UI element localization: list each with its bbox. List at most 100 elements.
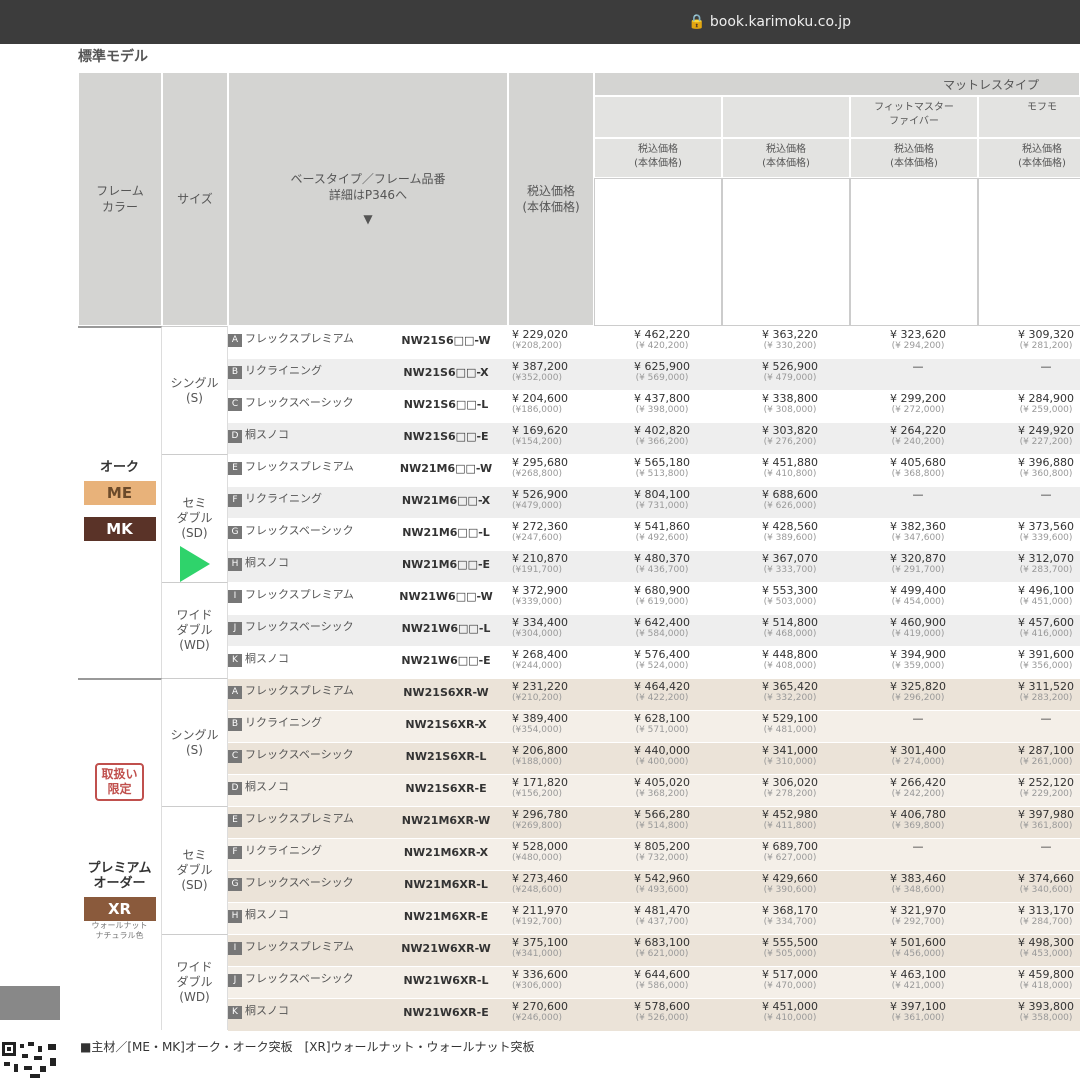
mattress-price-2: ¥ 499,400 (¥ 454,000): [856, 584, 980, 608]
mattress-price-3: ¥ 391,600 (¥ 356,000): [984, 648, 1080, 672]
play-marker-icon[interactable]: [180, 546, 210, 582]
mattress-price-3: —: [1040, 712, 1052, 725]
base-price: ¥ 295,680 (¥268,800): [512, 456, 594, 480]
table-row[interactable]: B リクライニング NW21S6XR-X ¥ 389,400 (¥354,000) ¥ 6…: [228, 710, 1080, 743]
badge-k: K: [228, 1006, 242, 1019]
color-chip-xr: XR: [83, 897, 156, 921]
mattress-price-net-1: (¥ 389,600): [763, 533, 817, 543]
mattress-price-2: ¥ 405,680 (¥ 368,800): [856, 456, 980, 480]
model-number: NW21W6XR-E: [403, 1006, 489, 1019]
mattress-price-3: ¥ 393,800 (¥ 358,000): [984, 1000, 1080, 1024]
table-row[interactable]: D 桐スノコ NW21S6XR-E ¥ 171,820 (¥156,200) ¥ 405,…: [228, 774, 1080, 807]
base-price: ¥ 526,900 (¥479,000): [512, 488, 594, 512]
table-row[interactable]: A フレックスプレミアム NW21S6□□-W ¥ 229,020 (¥208,200)…: [228, 326, 1080, 359]
header-size: サイズ: [162, 72, 228, 326]
base-price-net: (¥191,700): [512, 565, 562, 575]
table-row[interactable]: F リクライニング NW21M6□□-X ¥ 526,900 (¥479,000) ¥ 8…: [228, 486, 1080, 519]
table-row[interactable]: E フレックスプレミアム NW21M6XR-W ¥ 296,780 (¥269,800)…: [228, 806, 1080, 839]
badge-i: I: [228, 590, 242, 603]
mattress-price-3: ¥ 498,300 (¥ 453,000): [984, 936, 1080, 960]
table-row[interactable]: A フレックスプレミアム NW21S6XR-W ¥ 231,220 (¥210,200)…: [228, 678, 1080, 711]
model-number: NW21S6XR-L: [405, 750, 487, 763]
table-row[interactable]: J フレックスベーシック NW21W6□□-L ¥ 334,400 (¥304,000)…: [228, 614, 1080, 647]
table-row[interactable]: J フレックスベーシック NW21W6XR-L ¥ 336,600 (¥306,000)…: [228, 966, 1080, 999]
mattress-price-net-3: (¥ 340,600): [1019, 885, 1073, 895]
mattress-price-net-1: (¥ 503,000): [763, 597, 817, 607]
mattress-name-1: [722, 96, 850, 138]
mattress-price-0: ¥ 480,370 (¥ 436,700): [600, 552, 724, 576]
table-row[interactable]: H 桐スノコ NW21M6XR-E ¥ 211,970 (¥192,700) ¥ 481,…: [228, 902, 1080, 935]
qr-label: [0, 986, 60, 1020]
badge-h: H: [228, 558, 242, 571]
mattress-price-1: ¥ 341,000 (¥ 310,000): [728, 744, 852, 768]
base-price-net: (¥210,200): [512, 693, 562, 703]
table-row[interactable]: C フレックスベーシック NW21S6XR-L ¥ 206,800 (¥188,000)…: [228, 742, 1080, 775]
mattress-price-0: ¥ 402,820 (¥ 366,200): [600, 424, 724, 448]
frame-group-1: 取扱い 限定 プレミアム オーダー XR ウォールナット ナチュラル色: [78, 678, 162, 1030]
mattress-price-net-2: (¥ 294,200): [891, 341, 945, 351]
base-price-net: (¥208,200): [512, 341, 562, 351]
table-row[interactable]: I フレックスプレミアム NW21W6XR-W ¥ 375,100 (¥341,000)…: [228, 934, 1080, 967]
mattress-price-0: ¥ 541,860 (¥ 492,600): [600, 520, 724, 544]
table-row[interactable]: H 桐スノコ NW21M6□□-E ¥ 210,870 (¥191,700) ¥ 480,…: [228, 550, 1080, 583]
base-price-net: (¥246,000): [512, 1013, 562, 1023]
mattress-price-net-0: (¥ 420,200): [635, 341, 689, 351]
badge-h: H: [228, 910, 242, 923]
mattress-price-net-1: (¥ 308,000): [763, 405, 817, 415]
table-row[interactable]: G フレックスベーシック NW21M6XR-L ¥ 273,460 (¥248,600)…: [228, 870, 1080, 903]
mattress-price-3: ¥ 397,980 (¥ 361,800): [984, 808, 1080, 832]
size-label: セミ ダブル (SD): [162, 806, 228, 934]
table-row[interactable]: K 桐スノコ NW21W6□□-E ¥ 268,400 (¥244,000) ¥ 576,…: [228, 646, 1080, 679]
base-price-net: (¥188,000): [512, 757, 562, 767]
mattress-price-2: ¥ 463,100 (¥ 421,000): [856, 968, 980, 992]
mattress-price-3: ¥ 396,880 (¥ 360,800): [984, 456, 1080, 480]
down-arrow-icon: ▼: [363, 212, 373, 226]
base-price-net: (¥156,200): [512, 789, 562, 799]
model-number: NW21W6□□-L: [401, 622, 491, 635]
table-row[interactable]: C フレックスベーシック NW21S6□□-L ¥ 204,600 (¥186,000)…: [228, 390, 1080, 423]
base-price: ¥ 204,600 (¥186,000): [512, 392, 594, 416]
table-row[interactable]: I フレックスプレミアム NW21W6□□-W ¥ 372,900 (¥339,000)…: [228, 582, 1080, 615]
mattress-price-net-0: (¥ 368,200): [635, 789, 689, 799]
mattress-price-net-1: (¥ 410,000): [763, 1013, 817, 1023]
product-name: D 桐スノコ: [228, 426, 378, 443]
mattress-price-net-3: (¥ 283,700): [1019, 565, 1073, 575]
qr-code-icon[interactable]: [0, 1040, 60, 1080]
mattress-price-net-1: (¥ 333,700): [763, 565, 817, 575]
product-name: F リクライニング: [228, 842, 378, 859]
mattress-price-net-1: (¥ 411,800): [763, 821, 817, 831]
base-price: ¥ 270,600 (¥246,000): [512, 1000, 594, 1024]
table-row[interactable]: F リクライニング NW21M6XR-X ¥ 528,000 (¥480,000) ¥ 8…: [228, 838, 1080, 871]
model-number: NW21W6XR-L: [403, 974, 489, 987]
mattress-price-0: ¥ 440,000 (¥ 400,000): [600, 744, 724, 768]
table-row[interactable]: B リクライニング NW21S6□□-X ¥ 387,200 (¥352,000) ¥ 6…: [228, 358, 1080, 391]
mattress-price-3: —: [1040, 840, 1052, 853]
base-price: ¥ 268,400 (¥244,000): [512, 648, 594, 672]
base-price-net: (¥248,600): [512, 885, 562, 895]
badge-e: E: [228, 462, 242, 475]
mattress-price-net-3: (¥ 229,200): [1019, 789, 1073, 799]
mattress-price-0: ¥ 437,800 (¥ 398,000): [600, 392, 724, 416]
model-number: NW21M6XR-E: [403, 910, 489, 923]
mattress-price-0: ¥ 566,280 (¥ 514,800): [600, 808, 724, 832]
mattress-price-3: ¥ 249,920 (¥ 227,200): [984, 424, 1080, 448]
table-row[interactable]: D 桐スノコ NW21S6□□-E ¥ 169,620 (¥154,200) ¥ 402,…: [228, 422, 1080, 455]
mattress-price-net-3: (¥ 356,000): [1019, 661, 1073, 671]
mattress-price-net-0: (¥ 584,000): [635, 629, 689, 639]
mattress-price-net-0: (¥ 619,000): [635, 597, 689, 607]
header-mattress-type: マットレスタイプ: [594, 72, 1080, 96]
mattress-price-net-0: (¥ 366,200): [635, 437, 689, 447]
base-price: ¥ 171,820 (¥156,200): [512, 776, 594, 800]
base-price: ¥ 375,100 (¥341,000): [512, 936, 594, 960]
mattress-price-1: ¥ 363,220 (¥ 330,200): [728, 328, 852, 352]
table-row[interactable]: E フレックスプレミアム NW21M6□□-W ¥ 295,680 (¥268,800)…: [228, 454, 1080, 487]
base-price: ¥ 372,900 (¥339,000): [512, 584, 594, 608]
mattress-name-2: フィットマスター ファイバー: [850, 96, 978, 138]
mattress-price-net-0: (¥ 526,000): [635, 1013, 689, 1023]
color-chip-note: ウォールナット ナチュラル色: [91, 921, 148, 940]
table-row[interactable]: G フレックスベーシック NW21M6□□-L ¥ 272,360 (¥247,600)…: [228, 518, 1080, 551]
mattress-price-2: ¥ 397,100 (¥ 361,000): [856, 1000, 980, 1024]
mattress-price-net-0: (¥ 569,000): [635, 373, 689, 383]
table-row[interactable]: K 桐スノコ NW21W6XR-E ¥ 270,600 (¥246,000) ¥ 578,…: [228, 998, 1080, 1031]
address-url[interactable]: 🔒 book.karimoku.co.jp: [688, 14, 851, 30]
